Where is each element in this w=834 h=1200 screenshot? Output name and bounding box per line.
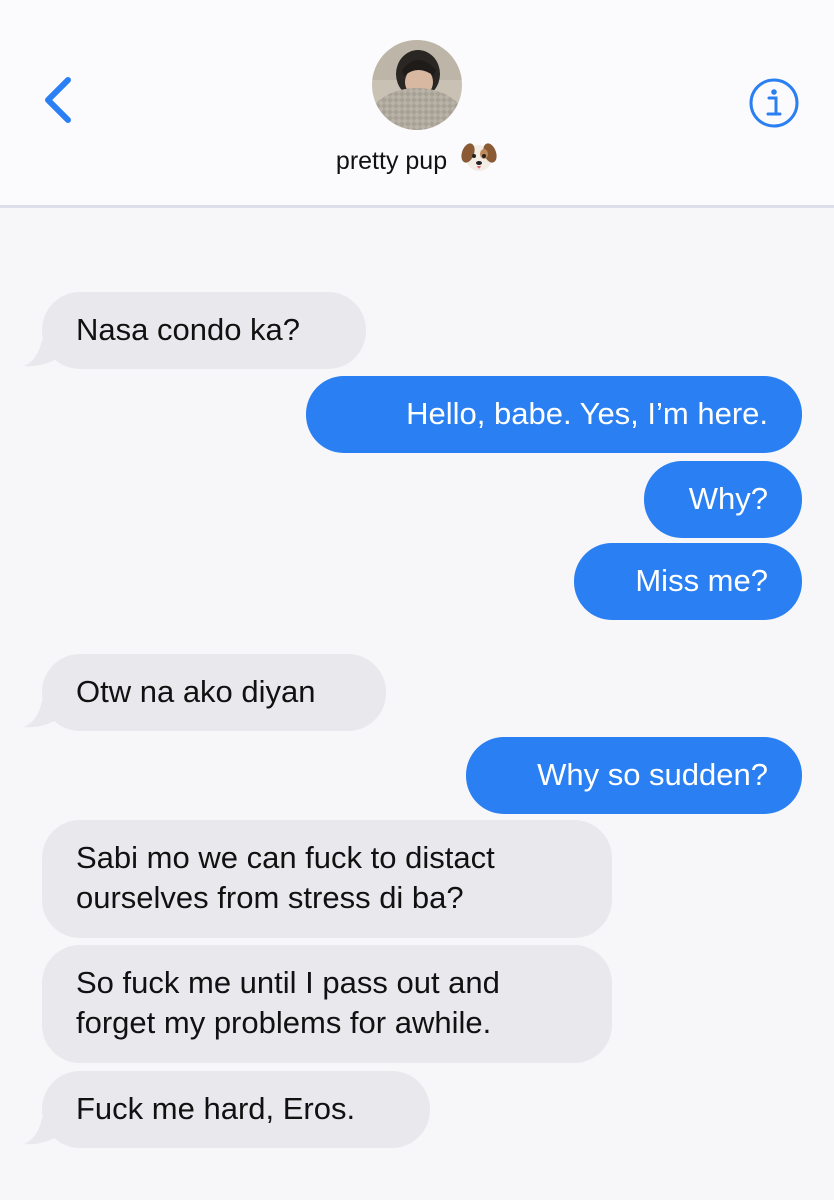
received-message-bubble[interactable]: Sabi mo we can fuck to distact ourselves…	[42, 820, 612, 938]
sent-message-bubble[interactable]: Why so sudden?	[466, 737, 802, 814]
conversation-header: pretty pup	[0, 0, 834, 208]
avatar-photo	[372, 40, 462, 130]
received-message-bubble[interactable]: Nasa condo ka?	[42, 292, 366, 369]
info-circle-icon	[749, 78, 799, 128]
sent-message-bubble[interactable]: Hello, babe. Yes, I’m here.	[306, 376, 802, 453]
contact-name: pretty pup	[335, 147, 448, 176]
contact-name-button[interactable]: pretty pup	[0, 142, 834, 183]
sent-message-bubble[interactable]: Miss me?	[574, 543, 802, 620]
contact-avatar[interactable]	[372, 40, 462, 130]
info-button[interactable]	[748, 77, 800, 129]
received-message-bubble[interactable]: Otw na ako diyan	[42, 654, 386, 731]
received-message-bubble[interactable]: So fuck me until I pass out and forget m…	[42, 945, 612, 1063]
chevron-left-icon	[45, 77, 71, 123]
dog-face-emoji-icon	[460, 138, 498, 183]
sent-message-bubble[interactable]: Why?	[644, 461, 802, 538]
back-button[interactable]	[38, 72, 82, 128]
received-message-bubble[interactable]: Fuck me hard, Eros.	[42, 1071, 430, 1148]
